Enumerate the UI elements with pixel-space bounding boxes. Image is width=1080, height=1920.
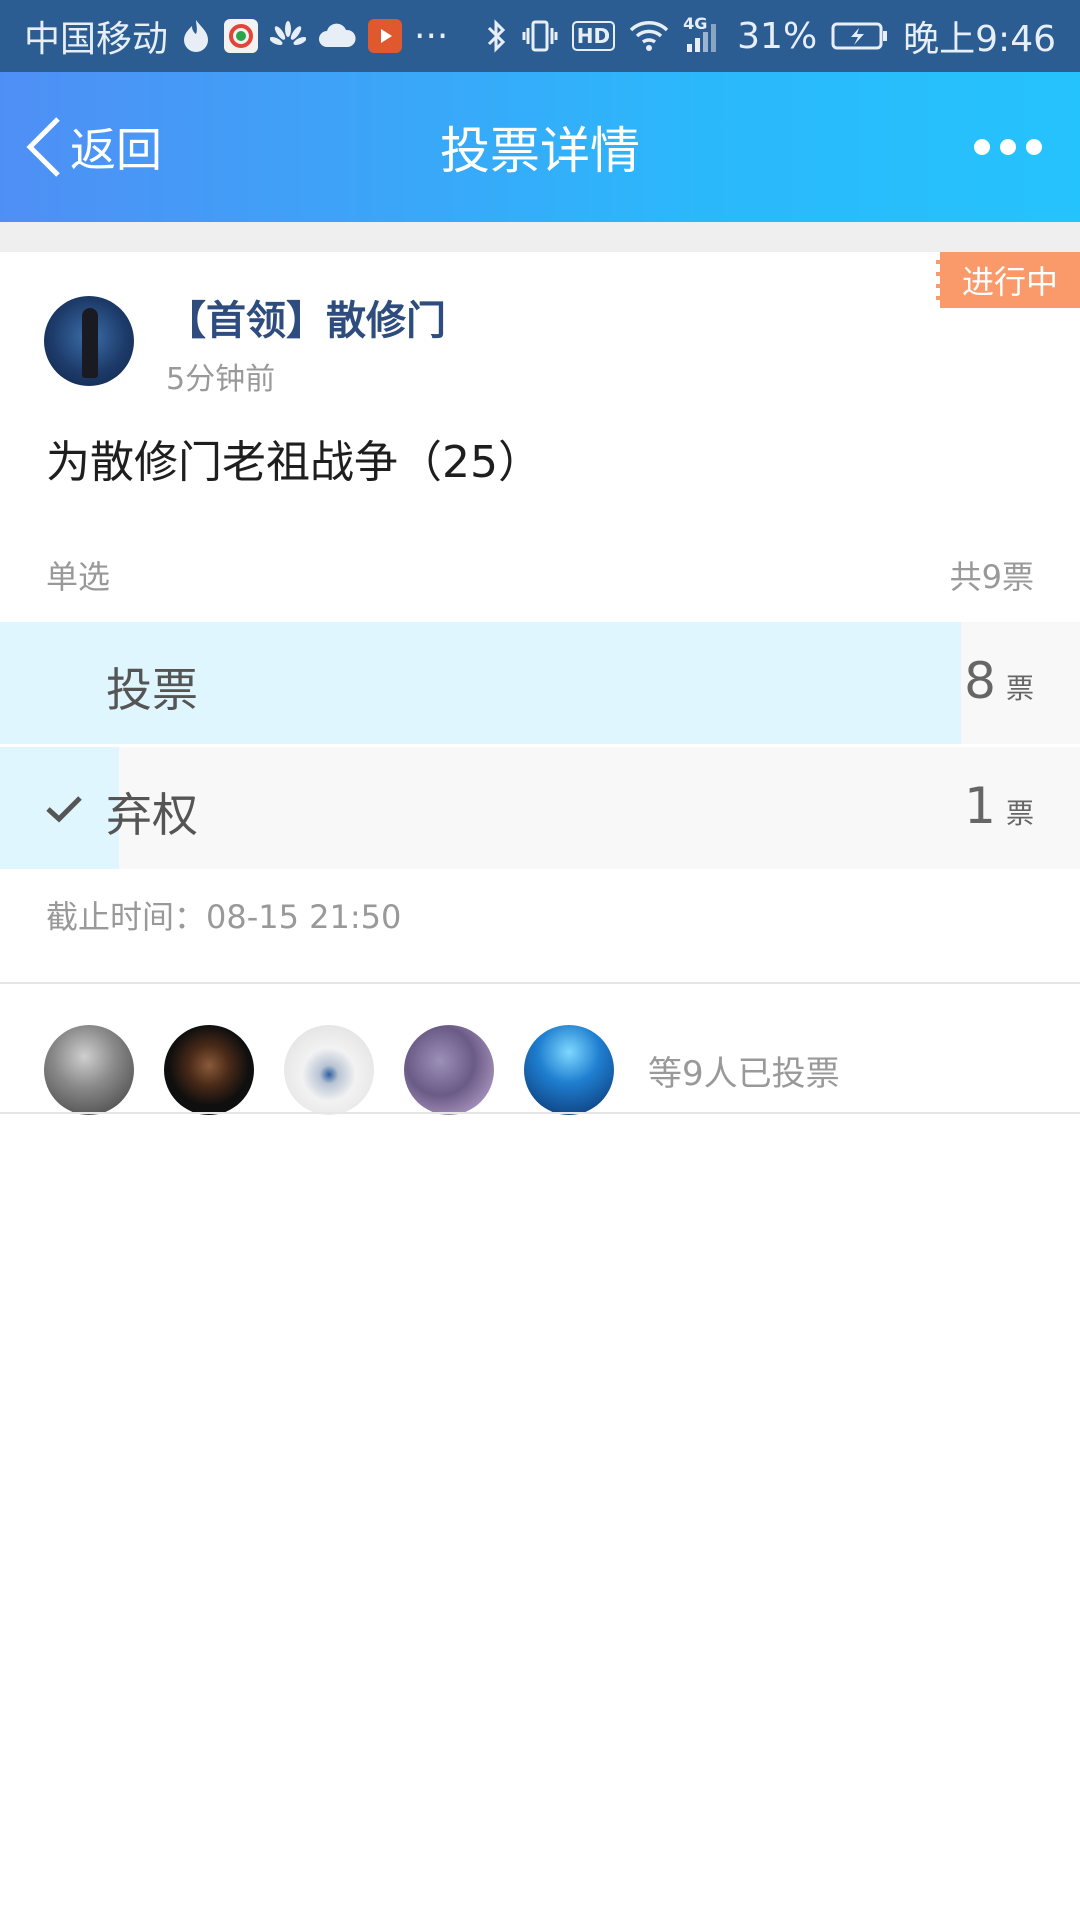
carrier-label: 中国移动: [24, 19, 169, 60]
option-count: 8 票: [964, 652, 1034, 710]
more-dot-icon: [1000, 139, 1016, 155]
option-count-unit: 票: [1005, 797, 1034, 830]
network-type-label: 4G: [683, 14, 708, 33]
section-divider: [0, 222, 1080, 252]
author-name[interactable]: 【首领】散修门: [166, 288, 446, 346]
vote-mode: 单选: [46, 558, 111, 596]
camera-app-icon: [224, 19, 259, 53]
voter-avatar: [284, 1025, 374, 1115]
status-badge: 进行中: [936, 252, 1080, 308]
back-button[interactable]: 返回: [24, 114, 162, 180]
voter-avatar: [44, 1025, 134, 1115]
vibrate-icon: [522, 19, 558, 53]
more-dot-icon: [974, 139, 990, 155]
divider: [0, 1112, 1080, 1114]
voter-avatar: [404, 1025, 494, 1115]
flame-app-icon: [180, 18, 212, 54]
vote-option-vote[interactable]: 投票 8 票: [0, 622, 1080, 744]
bluetooth-icon: [486, 19, 508, 53]
avatar-figure: [82, 308, 98, 378]
divider: [0, 982, 1080, 984]
hd-badge: HD: [571, 21, 616, 51]
back-label: 返回: [70, 123, 162, 177]
status-bar: 中国移动 ··· HD 4G 31% 晚上9:46: [0, 0, 1080, 72]
clock-time: 晚上9:46: [903, 19, 1056, 60]
vote-total: 共9票: [949, 558, 1034, 596]
battery-percent: 31%: [737, 15, 818, 57]
more-dot-icon: [1026, 139, 1042, 155]
voter-avatar: [524, 1025, 614, 1115]
battery-charging-icon: [831, 21, 889, 51]
option-count-unit: 票: [1005, 672, 1034, 705]
deadline: 截止时间：08-15 21:50: [46, 898, 402, 936]
option-count-number: 1: [964, 777, 996, 835]
huawei-app-icon: [270, 21, 307, 51]
nav-bar: 返回 投票详情: [0, 72, 1080, 222]
post-time: 5分钟前: [166, 362, 276, 397]
option-label: 投票: [106, 663, 198, 717]
video-app-icon: [368, 19, 403, 53]
chevron-left-icon: [24, 115, 64, 179]
author-avatar[interactable]: [44, 296, 134, 386]
page-title: 投票详情: [440, 122, 640, 180]
cloud-app-icon: [318, 23, 356, 49]
wifi-icon: [629, 20, 669, 52]
vote-meta: 单选 共9票: [46, 552, 1034, 598]
signal-icon: 4G: [683, 14, 723, 52]
more-options-button[interactable]: [964, 129, 1052, 165]
voters-summary: 等9人已投票: [648, 1053, 840, 1094]
option-count-number: 8: [964, 652, 996, 710]
option-count: 1 票: [964, 777, 1034, 835]
voters-row[interactable]: 等9人已投票: [0, 1004, 1080, 1136]
voter-avatar: [164, 1025, 254, 1115]
more-notifications-icon: ···: [414, 15, 449, 57]
vote-title: 为散修门老祖战争（25）: [46, 437, 542, 488]
option-label: 弃权: [106, 788, 198, 842]
vote-option-abstain[interactable]: 弃权 1 票: [0, 747, 1080, 869]
check-icon: [44, 789, 84, 829]
